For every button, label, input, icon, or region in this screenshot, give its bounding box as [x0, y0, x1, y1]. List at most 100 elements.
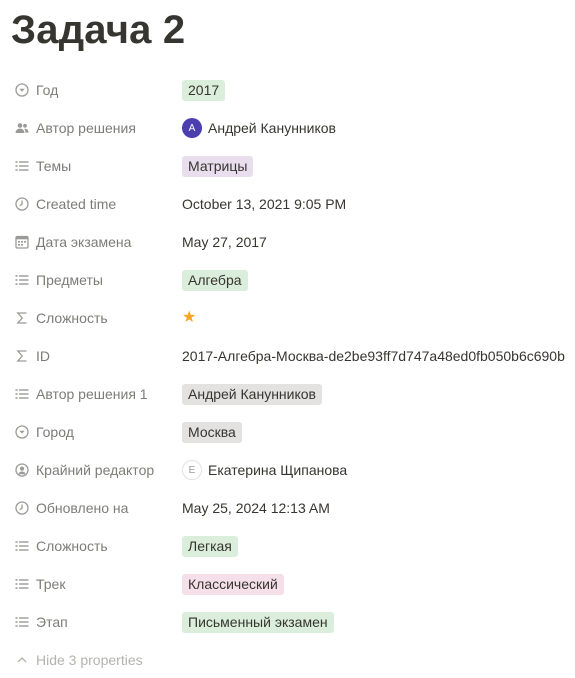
sigma-icon	[16, 312, 27, 324]
property-row[interactable]: Предметы Алгебра	[0, 261, 575, 299]
property-value[interactable]: ★	[182, 299, 196, 337]
property-name[interactable]: Автор решения	[14, 109, 136, 147]
property-name[interactable]: Сложность	[14, 299, 108, 337]
star-icon: ★	[182, 309, 197, 326]
list-icon	[15, 275, 29, 285]
property-text: May 27, 2017	[182, 234, 267, 250]
property-tag: Легкая	[182, 535, 238, 557]
avatar: А	[182, 118, 202, 138]
page: Задача 2 Год 2017 Автор решения А Андрей Кан…	[0, 0, 575, 678]
list-icon	[14, 576, 30, 592]
property-row[interactable]: Автор решения А Андрей Канунников	[0, 109, 575, 147]
property-name[interactable]: Сложность	[14, 527, 108, 565]
property-tag: Алгебра	[182, 269, 248, 291]
properties-list: Год 2017 Автор решения А Андрей Канунников Те…	[0, 71, 575, 641]
dropdown-circle-icon	[15, 425, 29, 439]
property-row[interactable]: Сложность Легкая	[0, 527, 575, 565]
property-value[interactable]: Е Екатерина Щипанова	[182, 451, 347, 489]
property-row[interactable]: Трек Классический	[0, 565, 575, 603]
chevron-up-icon	[14, 652, 30, 668]
property-label: Автор решения 1	[36, 386, 148, 402]
property-value[interactable]: Классический	[182, 565, 284, 603]
property-row[interactable]: Крайний редактор Е Екатерина Щипанова	[0, 451, 575, 489]
people-icon	[14, 120, 30, 136]
property-label: Темы	[36, 158, 72, 174]
property-text: May 25, 2024 12:13 AM	[182, 500, 330, 516]
property-value[interactable]: May 27, 2017	[182, 223, 267, 261]
list-icon	[15, 161, 29, 171]
list-icon	[14, 538, 30, 554]
user-circle-icon	[14, 462, 30, 478]
calendar-icon	[15, 235, 29, 249]
hide-properties-label: Hide 3 properties	[36, 652, 143, 668]
property-row[interactable]: Created time October 13, 2021 9:05 PM	[0, 185, 575, 223]
property-name[interactable]: Этап	[14, 603, 68, 641]
list-icon	[15, 579, 29, 589]
property-label: ID	[36, 348, 50, 364]
property-value[interactable]: 2017-Алгебра-Москва-de2be93ff7d747a48ed0…	[182, 337, 565, 375]
property-row[interactable]: Автор решения 1 Андрей Канунников	[0, 375, 575, 413]
property-value[interactable]: October 13, 2021 9:05 PM	[182, 185, 346, 223]
page-title[interactable]: Задача 2	[11, 7, 185, 53]
property-label: Год	[36, 82, 59, 98]
property-row[interactable]: Год 2017	[0, 71, 575, 109]
property-value[interactable]: Легкая	[182, 527, 238, 565]
list-icon	[15, 389, 29, 399]
property-value[interactable]: Письменный экзамен	[182, 603, 334, 641]
property-tag: 2017	[182, 79, 226, 101]
property-name[interactable]: Created time	[14, 185, 116, 223]
property-row[interactable]: Обновлено на May 25, 2024 12:13 AM	[0, 489, 575, 527]
list-icon	[14, 272, 30, 288]
property-row[interactable]: Этап Письменный экзамен	[0, 603, 575, 641]
property-label: Сложность	[36, 538, 108, 554]
property-row[interactable]: Сложность ★	[0, 299, 575, 337]
people-icon	[15, 123, 29, 133]
user-circle-icon	[15, 463, 29, 477]
property-tag: Письменный экзамен	[182, 611, 334, 633]
sigma-icon	[14, 310, 30, 326]
list-icon	[14, 158, 30, 174]
clock-icon	[14, 196, 30, 212]
property-value[interactable]: 2017	[182, 71, 226, 109]
property-row[interactable]: Дата экзамена May 27, 2017	[0, 223, 575, 261]
list-icon	[15, 541, 29, 551]
property-name[interactable]: ID	[14, 337, 50, 375]
list-icon	[14, 614, 30, 630]
property-row[interactable]: Темы Матрицы	[0, 147, 575, 185]
property-name[interactable]: Темы	[14, 147, 71, 185]
property-label: Дата экзамена	[36, 234, 132, 250]
property-name[interactable]: Автор решения 1	[14, 375, 148, 413]
sigma-icon	[16, 350, 27, 362]
clock-icon	[14, 500, 30, 516]
property-row[interactable]: ID 2017-Алгебра-Москва-de2be93ff7d747a48e…	[0, 337, 575, 375]
person-name: Екатерина Щипанова	[208, 462, 348, 478]
sigma-icon	[14, 348, 30, 364]
property-label: Крайний редактор	[36, 462, 155, 478]
property-label: Автор решения	[36, 120, 136, 136]
property-label: Предметы	[36, 272, 103, 288]
property-row[interactable]: Город Москва	[0, 413, 575, 451]
property-label: Created time	[36, 196, 117, 212]
property-name[interactable]: Обновлено на	[14, 489, 128, 527]
property-name[interactable]: Трек	[14, 565, 65, 603]
property-value[interactable]: Москва	[182, 413, 242, 451]
property-name[interactable]: Дата экзамена	[14, 223, 131, 261]
property-name[interactable]: Год	[14, 71, 58, 109]
person-name: Андрей Канунников	[208, 120, 336, 136]
dropdown-circle-icon	[14, 424, 30, 440]
property-value[interactable]: Матрицы	[182, 147, 254, 185]
dropdown-circle-icon	[15, 83, 29, 97]
property-value[interactable]: May 25, 2024 12:13 AM	[182, 489, 330, 527]
property-value[interactable]: А Андрей Канунников	[182, 109, 336, 147]
property-name[interactable]: Крайний редактор	[14, 451, 154, 489]
property-name[interactable]: Город	[14, 413, 74, 451]
property-value[interactable]: Андрей Канунников	[182, 375, 322, 413]
dropdown-circle-icon	[14, 82, 30, 98]
hide-properties-button[interactable]: Hide 3 properties	[14, 647, 143, 673]
property-label: Обновлено на	[36, 500, 129, 516]
list-icon	[15, 617, 29, 627]
property-name[interactable]: Предметы	[14, 261, 103, 299]
clock-icon	[15, 197, 29, 211]
property-value[interactable]: Алгебра	[182, 261, 248, 299]
property-label: Трек	[36, 576, 66, 592]
